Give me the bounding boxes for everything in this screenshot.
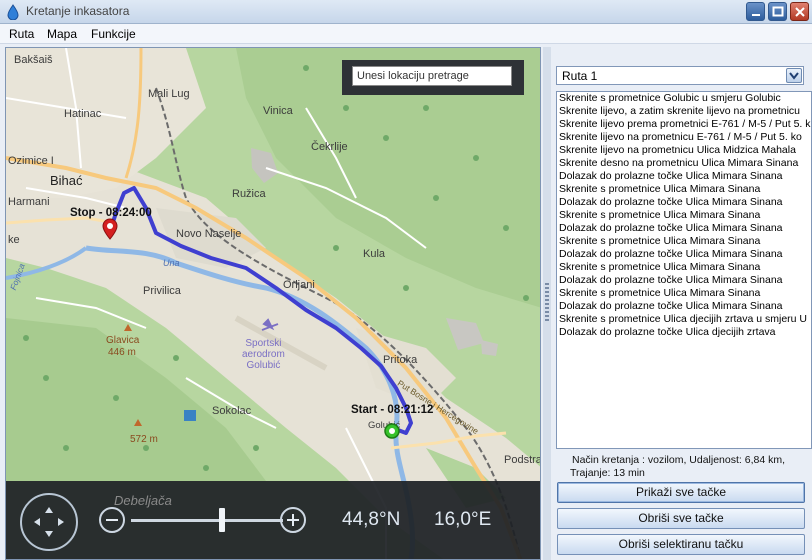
splitter-grip xyxy=(545,283,549,323)
menu-mapa[interactable]: Mapa xyxy=(47,27,77,41)
dropdown-arrow[interactable] xyxy=(786,68,802,83)
zoom-in-button[interactable] xyxy=(280,507,306,533)
direction-step[interactable]: Dolazak do prolazne točke Ulica Mimara S… xyxy=(557,196,811,209)
place-sokolac: Sokolac xyxy=(212,405,252,417)
zoom-slider-track[interactable] xyxy=(131,519,283,522)
menu-bar: Ruta Mapa Funkcije xyxy=(0,24,812,44)
place-glavica-elev: 446 m xyxy=(108,347,136,358)
direction-step[interactable]: Skrenite s prometnice Golubic u smjeru G… xyxy=(557,92,811,105)
directions-list[interactable]: Skrenite s prometnice Golubic u smjeru G… xyxy=(556,91,812,449)
place-harmani: Harmani xyxy=(8,196,50,208)
longitude-readout: 16,0°E xyxy=(434,509,492,530)
route-dropdown[interactable]: Ruta 1 xyxy=(556,66,804,85)
direction-step[interactable]: Skrenite lijevo na prometnicu Ulica Midz… xyxy=(557,144,811,157)
place-kula: Kula xyxy=(363,248,386,260)
maximize-icon xyxy=(772,6,784,17)
plus-icon xyxy=(287,514,299,526)
place-ke: ke xyxy=(8,234,20,246)
route-summary-line2: Trajanje: 13 min xyxy=(570,467,645,479)
place-pritoka: Pritoka xyxy=(383,354,418,366)
panel-splitter[interactable] xyxy=(543,47,551,560)
window-title: Kretanje inkasatora xyxy=(26,4,130,18)
direction-step[interactable]: Skrenite s prometnice Ulica Mimara Sinan… xyxy=(557,183,811,196)
place-vinica: Vinica xyxy=(263,105,293,117)
place-baksais: Bakšaiš xyxy=(14,54,53,66)
direction-step[interactable]: Skrenite desno na prometnicu Ulica Mimar… xyxy=(557,157,811,170)
place-cekrlije: Čekrlije xyxy=(311,141,348,153)
place-hatinac: Hatinac xyxy=(64,108,102,120)
route-panel: Ruta 1 Skrenite s prometnice Golubic u s… xyxy=(553,47,812,560)
minimize-button[interactable] xyxy=(746,2,765,21)
direction-step[interactable]: Dolazak do prolazne točke Ulica Mimara S… xyxy=(557,222,811,235)
place-glavica: Glavica xyxy=(106,335,140,346)
chevron-down-icon xyxy=(789,72,799,80)
water-drop-icon xyxy=(7,4,19,20)
place-elev-572: 572 m xyxy=(130,434,158,445)
menu-ruta[interactable]: Ruta xyxy=(9,27,34,41)
place-orljani: Orljani xyxy=(283,279,315,291)
title-bar: Kretanje inkasatora xyxy=(0,0,812,24)
delete-all-points-button[interactable]: Obriši sve tačke xyxy=(557,508,805,529)
direction-step[interactable]: Skrenite s prometnice Ulica djecijih zrt… xyxy=(557,313,811,326)
place-ozimice: Ozimice I xyxy=(8,155,54,167)
map-view[interactable]: Bakšaiš Mali Lug Hatinac Vinica Čekrlije… xyxy=(5,47,541,560)
show-all-points-button[interactable]: Prikaži sve tačke xyxy=(557,482,805,503)
direction-step[interactable]: Dolazak do prolazne točke Ulica djecijih… xyxy=(557,326,811,339)
direction-step[interactable]: Skrenite lijevo na prometnicu E-761 / M-… xyxy=(557,131,811,144)
direction-step[interactable]: Dolazak do prolazne točke Ulica Mimara S… xyxy=(557,274,811,287)
place-novo-naselje: Novo Naselje xyxy=(176,228,242,240)
direction-step[interactable]: Skrenite s prometnice Ulica Mimara Sinan… xyxy=(557,261,811,274)
direction-step[interactable]: Skrenite lijevo, a zatim skrenite lijevo… xyxy=(557,105,811,118)
direction-step[interactable]: Skrenite s prometnice Ulica Mimara Sinan… xyxy=(557,209,811,222)
minus-icon xyxy=(106,519,118,521)
place-ruzica: Ružica xyxy=(232,188,266,200)
direction-step[interactable]: Dolazak do prolazne točke Ulica Mimara S… xyxy=(557,300,811,313)
map-controls-bar: Debeljača 44,8°N 16,0°E xyxy=(6,481,540,559)
start-marker-icon[interactable] xyxy=(383,422,401,440)
minimize-icon xyxy=(752,14,760,16)
close-icon xyxy=(795,7,805,17)
close-button[interactable] xyxy=(790,2,809,21)
zoom-out-button[interactable] xyxy=(99,507,125,533)
maximize-button[interactable] xyxy=(768,2,787,21)
direction-step[interactable]: Dolazak do prolazne točke Ulica Mimara S… xyxy=(557,170,811,183)
route-summary: Način kretanja : vozilom, Udaljenost: 6,… xyxy=(560,454,810,480)
place-debeljaca: Debeljača xyxy=(114,493,172,508)
direction-step[interactable]: Skrenite s prometnice Ulica Mimara Sinan… xyxy=(557,235,811,248)
pan-control[interactable] xyxy=(20,493,78,551)
pan-arrows-icon xyxy=(34,507,64,537)
location-search-input[interactable] xyxy=(352,66,512,86)
start-marker-label: Start - 08:21:12 xyxy=(351,404,434,416)
stop-marker-icon[interactable] xyxy=(102,218,118,240)
place-sportski-aerodrom: Sportski aerodrom Golubić xyxy=(242,338,285,371)
place-privilica: Privilica xyxy=(143,285,181,297)
place-podstrana: Podstra xyxy=(504,454,541,466)
route-dropdown-value: Ruta 1 xyxy=(562,69,598,83)
place-una-1: Una xyxy=(163,258,180,268)
search-panel xyxy=(342,60,524,95)
direction-step[interactable]: Skrenite s prometnice Ulica Mimara Sinan… xyxy=(557,287,811,300)
delete-selected-point-button[interactable]: Obriši selektiranu tačku xyxy=(557,534,805,555)
route-summary-line1: Način kretanja : vozilom, Udaljenost: 6,… xyxy=(572,454,786,466)
direction-step[interactable]: Dolazak do prolazne točke Ulica Mimara S… xyxy=(557,248,811,261)
place-mali-lug: Mali Lug xyxy=(148,88,190,100)
place-bihac: Bihać xyxy=(50,173,83,188)
latitude-readout: 44,8°N xyxy=(342,509,401,530)
direction-step[interactable]: Skrenite lijevo prema prometnici E-761 /… xyxy=(557,118,811,131)
menu-funkcije[interactable]: Funkcije xyxy=(91,27,136,41)
app-window: Kretanje inkasatora Ruta Mapa Funkcije B… xyxy=(0,0,812,560)
zoom-slider-thumb[interactable] xyxy=(219,508,226,532)
